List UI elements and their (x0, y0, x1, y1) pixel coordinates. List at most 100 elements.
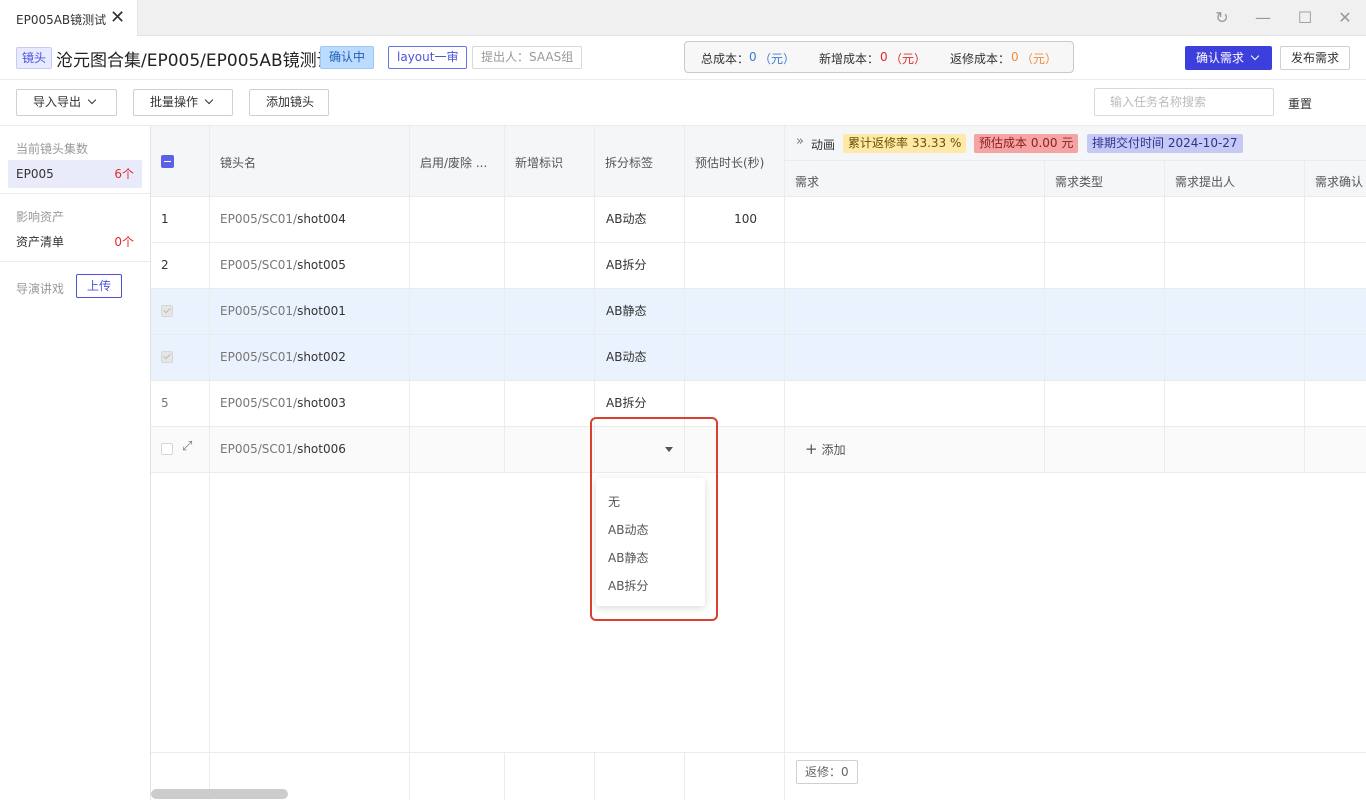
batch-operation-label: 批量操作 (150, 95, 199, 109)
row-checkbox[interactable] (161, 351, 173, 363)
batch-operation-button[interactable]: 批量操作 (133, 89, 233, 116)
divider (504, 126, 505, 472)
chevron-down-icon (1250, 51, 1260, 61)
table-row[interactable]: EP005/SC01/shot002 AB动态 (151, 334, 1366, 380)
expand-icon[interactable]: ⤢ (182, 439, 192, 454)
divider (684, 752, 685, 800)
total-cost-value: 0 (749, 50, 757, 64)
return-cost-value: 0 (1011, 50, 1019, 64)
divider (684, 126, 685, 472)
breadcrumb: 沧元图合集/EP005/EP005AB镜测试 (56, 51, 334, 71)
split-tag[interactable]: AB动态 (606, 196, 646, 242)
window-tab-title: EP005AB镜测试 (16, 13, 107, 27)
status-badge: 确认中 (320, 46, 375, 69)
total-cost-label: 总成本： (701, 52, 750, 66)
dropdown-option-ab-split[interactable]: AB拆分 (608, 577, 648, 594)
window-tab-bar: EP005AB镜测试 ✕ ↻ — ☐ ✕ (0, 0, 1366, 36)
assets-count: 0个 (114, 235, 134, 249)
chevron-down-icon (204, 95, 214, 105)
divider (1044, 161, 1045, 472)
caret-down-icon (665, 447, 673, 452)
current-set-title: 当前镜头集数 (16, 142, 89, 156)
dropdown-option-ab-static[interactable]: AB静态 (608, 549, 648, 566)
add-requirement-button[interactable]: + 添加 (805, 426, 846, 472)
col-enable[interactable]: 启用/废除 ... (410, 126, 505, 196)
divider (1304, 161, 1305, 472)
maximize-icon[interactable]: ☐ (1295, 8, 1315, 28)
new-cost-label: 新增成本： (819, 52, 880, 66)
add-shot-button[interactable]: 添加镜头 (249, 89, 329, 116)
return-cost-unit: （元） (1021, 52, 1058, 66)
import-export-button[interactable]: 导入导出 (16, 89, 117, 116)
reset-button[interactable]: 重置 (1288, 95, 1312, 112)
divider (1164, 161, 1165, 472)
divider (151, 752, 1366, 753)
table-row[interactable]: 5 EP005/SC01/shot003 AB拆分 (151, 380, 1366, 426)
minimize-icon[interactable]: — (1253, 8, 1273, 28)
new-cost-value: 0 (880, 50, 888, 64)
split-tag[interactable]: AB静态 (606, 288, 646, 334)
task-search-input[interactable] (1094, 88, 1274, 116)
page-header: 镜头 沧元图合集/EP005/EP005AB镜测试 确认中 layout一审 提… (0, 36, 1366, 80)
shot-name: EP005/SC01/shot001 (220, 304, 346, 318)
cost-summary: 总成本： 0 （元） 新增成本： 0 （元） 返修成本： 0 （元） (684, 41, 1074, 73)
total-cost-unit: （元） (759, 52, 796, 66)
dropdown-option-none[interactable]: 无 (608, 493, 620, 510)
col-duration: 预估时长(秒) (685, 126, 785, 196)
anim-group-title: 动画 (811, 138, 836, 152)
divider (409, 126, 410, 800)
select-all-checkbox[interactable] (161, 155, 174, 168)
tab-close-icon[interactable]: ✕ (110, 7, 125, 28)
col-requirement-label: 需求 (795, 175, 820, 189)
divider (151, 242, 1366, 243)
confirm-requirement-label: 确认需求 (1196, 51, 1245, 65)
table-row[interactable]: ⤢ EP005/SC01/shot006 + 添加 (151, 426, 1366, 472)
sidebar-item-episode[interactable]: EP005 6个 (8, 160, 142, 188)
confirm-requirement-button[interactable]: 确认需求 (1185, 46, 1272, 70)
new-cost-unit: （元） (890, 52, 927, 66)
col-shot-name: 镜头名 (210, 126, 410, 196)
divider (785, 160, 1366, 161)
col-split-tag: 拆分标签 (595, 126, 685, 196)
stage-tag: layout一审 (388, 46, 468, 69)
delivery-date-badge: 排期交付时间 2024-10-27 (1087, 134, 1243, 153)
collapse-icon[interactable]: » (796, 134, 804, 149)
row-checkbox[interactable] (161, 305, 173, 317)
divider (151, 472, 1366, 473)
divider (151, 380, 1366, 381)
horizontal-scrollbar[interactable] (151, 789, 288, 799)
director-notes-label: 导演讲戏 (16, 282, 65, 296)
divider (784, 126, 785, 800)
divider (594, 126, 595, 472)
dropdown-option-ab-dynamic[interactable]: AB动态 (608, 521, 648, 538)
episode-count: 6个 (114, 167, 134, 181)
split-tag-select[interactable] (595, 426, 685, 472)
window-close-icon[interactable]: ✕ (1335, 8, 1355, 28)
table-row[interactable]: EP005/SC01/shot001 AB静态 (151, 288, 1366, 334)
sidebar: 当前镜头集数 EP005 6个 影响资产 资产清单 0个 导演讲戏 上传 (0, 126, 151, 800)
shot-table: 镜头名 启用/废除 ... 新增标识 拆分标签 预估时长(秒) » 动画 累计返… (151, 126, 1366, 800)
return-rate-badge: 累计返修率 33.33 % (843, 134, 967, 153)
window-tab[interactable]: EP005AB镜测试 ✕ (0, 0, 138, 36)
split-tag[interactable]: AB拆分 (606, 242, 646, 288)
table-row[interactable]: 2 EP005/SC01/shot005 AB拆分 (151, 242, 1366, 288)
sidebar-item-assets[interactable]: 资产清单 0个 (8, 228, 142, 256)
publish-requirement-button[interactable]: 发布需求 (1280, 46, 1350, 70)
divider (151, 196, 1366, 197)
duration[interactable]: 100 (685, 196, 757, 242)
col-req-confirm-label: 需求确认 (1315, 175, 1364, 189)
split-tag[interactable]: AB拆分 (606, 380, 646, 426)
divider (209, 126, 210, 800)
shot-name: EP005/SC01/shot006 (220, 442, 346, 456)
col-new-flag-label: 新增标识 (515, 156, 564, 170)
chevron-down-icon (87, 95, 97, 105)
plus-icon: + (805, 440, 818, 458)
refresh-icon[interactable]: ↻ (1212, 8, 1232, 28)
upload-button[interactable]: 上传 (76, 274, 122, 298)
table-row[interactable]: 1 EP005/SC01/shot004 AB动态 100 (151, 196, 1366, 242)
col-req-proposer-label: 需求提出人 (1175, 175, 1236, 189)
divider (0, 193, 150, 194)
row-checkbox[interactable] (161, 443, 173, 455)
est-cost-badge: 预估成本 0.00 元 (974, 134, 1079, 153)
split-tag[interactable]: AB动态 (606, 334, 646, 380)
